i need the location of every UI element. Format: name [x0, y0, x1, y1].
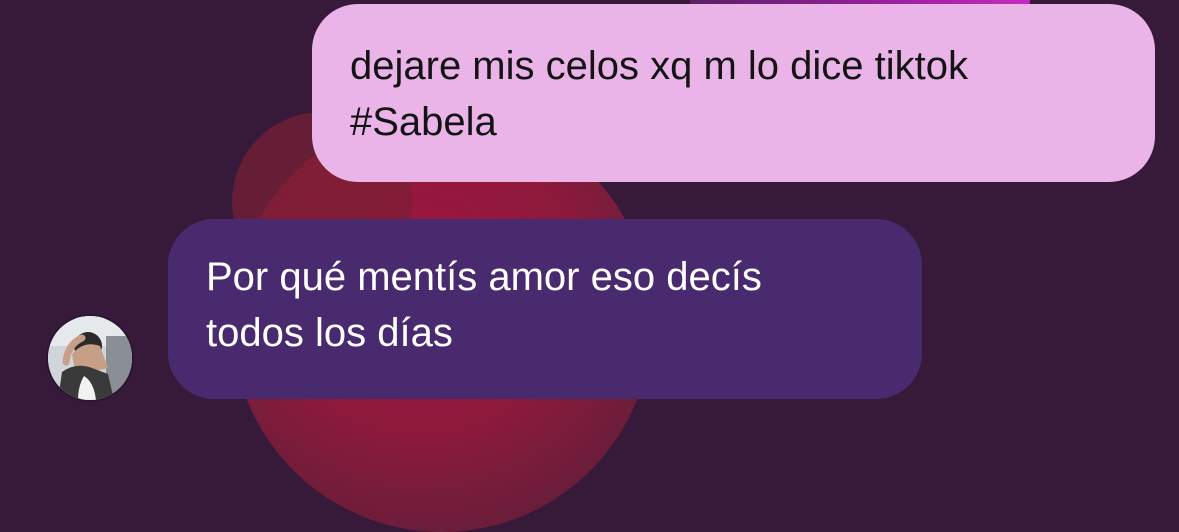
message-text-line: #Sabela [350, 100, 497, 144]
incoming-message-bubble[interactable]: Por qué mentís amor eso decís todos los … [168, 219, 922, 399]
message-text-line: dejare mis celos xq m lo dice tiktok [350, 44, 969, 88]
user-photo-avatar-icon [48, 316, 132, 400]
message-text-line: Por qué mentís amor eso decís [206, 255, 762, 299]
avatar[interactable] [48, 316, 132, 400]
message-text-line: todos los días [206, 311, 453, 355]
outgoing-message-bubble[interactable]: dejare mis celos xq m lo dice tiktok #Sa… [312, 4, 1155, 182]
